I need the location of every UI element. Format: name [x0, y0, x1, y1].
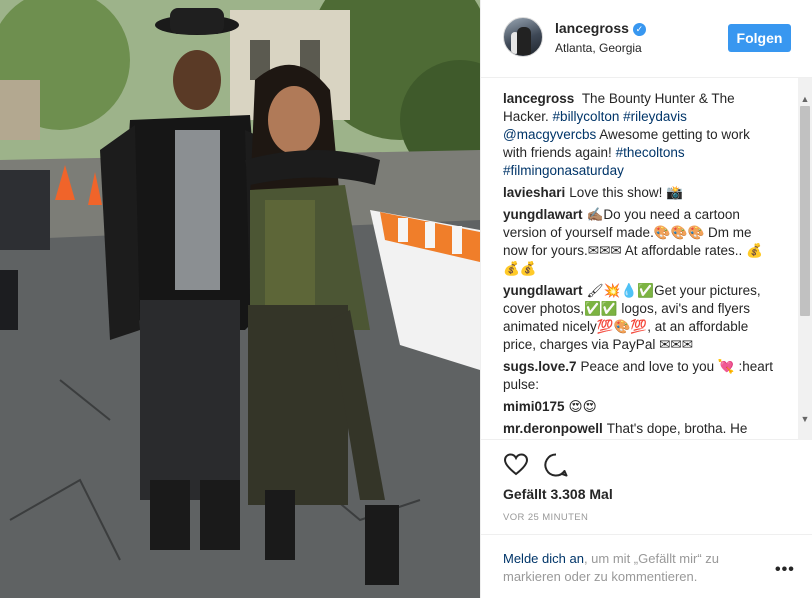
- comment-author-link[interactable]: yungdlawart: [503, 283, 583, 298]
- comment-footer: Melde dich an, um mit „Gefällt mir“ zu m…: [481, 534, 812, 598]
- avatar-figure: [517, 27, 531, 55]
- hashtag-link[interactable]: #filmingonasaturday: [503, 163, 624, 178]
- comment-item: mr.deronpowell That's dope, brotha. He: [503, 420, 773, 438]
- scrollbar-thumb[interactable]: [800, 106, 810, 316]
- avatar[interactable]: [503, 17, 543, 57]
- login-prompt: Melde dich an, um mit „Gefällt mir“ zu m…: [503, 550, 763, 586]
- comments-list: lancegross The Bounty Hunter & The Hacke…: [481, 78, 812, 440]
- username-link[interactable]: lancegross: [555, 20, 629, 36]
- comment-author-link[interactable]: lavieshari: [503, 185, 565, 200]
- comment-author-link[interactable]: yungdlawart: [503, 207, 583, 222]
- login-link[interactable]: Melde dich an: [503, 551, 584, 566]
- post-photo-image: [0, 0, 480, 598]
- follow-button[interactable]: Folgen: [728, 24, 791, 52]
- comment-item: lavieshari Love this show! 📸: [503, 184, 773, 202]
- comments-scrollbar[interactable]: ▲ ▼: [798, 78, 812, 440]
- comment-bubble-icon[interactable]: [543, 452, 569, 478]
- post-header: lancegross ✓ Atlanta, Georgia Folgen: [481, 0, 812, 78]
- comment-item: yungdlawart ✍🏽Do you need a cartoon versi…: [503, 206, 773, 278]
- scroll-down-arrow-icon[interactable]: ▼: [798, 412, 812, 426]
- hashtag-link[interactable]: #thecoltons: [616, 145, 685, 160]
- comment-author-link[interactable]: mr.deronpowell: [503, 421, 603, 436]
- hashtag-link[interactable]: #billycolton: [553, 109, 620, 124]
- location-link[interactable]: Atlanta, Georgia: [555, 41, 642, 55]
- comment-item: mimi0175 😍😍: [503, 398, 773, 416]
- scroll-up-arrow-icon[interactable]: ▲: [798, 92, 812, 106]
- comment-item: sugs.love.7 Peace and love to you 💘 :hear…: [503, 358, 773, 394]
- caption-author-link[interactable]: lancegross: [503, 91, 574, 106]
- post-timestamp[interactable]: VOR 25 MINUTEN: [503, 512, 588, 523]
- comment-author-link[interactable]: sugs.love.7: [503, 359, 577, 374]
- post-sidebar: lancegross ✓ Atlanta, Georgia Folgen lanc…: [480, 0, 812, 598]
- more-options-icon[interactable]: •••: [775, 561, 795, 579]
- comment-item: yungdlawart 🖌💥💧✅Get your pictures, cover …: [503, 282, 773, 354]
- verified-badge-icon: ✓: [632, 23, 646, 36]
- likes-count[interactable]: Gefällt 3.308 Mal: [503, 486, 613, 502]
- comment-author-link[interactable]: mimi0175: [503, 399, 565, 414]
- comment-text: That's dope, brotha. He: [606, 421, 748, 436]
- comment-text: 😍😍: [568, 399, 597, 414]
- hashtag-link[interactable]: #rileydavis: [623, 109, 687, 124]
- post-photo[interactable]: [0, 0, 480, 598]
- caption: lancegross The Bounty Hunter & The Hacke…: [503, 90, 773, 180]
- heart-icon[interactable]: [503, 452, 529, 478]
- username-row: lancegross ✓: [555, 20, 646, 36]
- comment-text: Love this show! 📸: [569, 185, 683, 200]
- mention-link[interactable]: @macgyvercbs: [503, 127, 596, 142]
